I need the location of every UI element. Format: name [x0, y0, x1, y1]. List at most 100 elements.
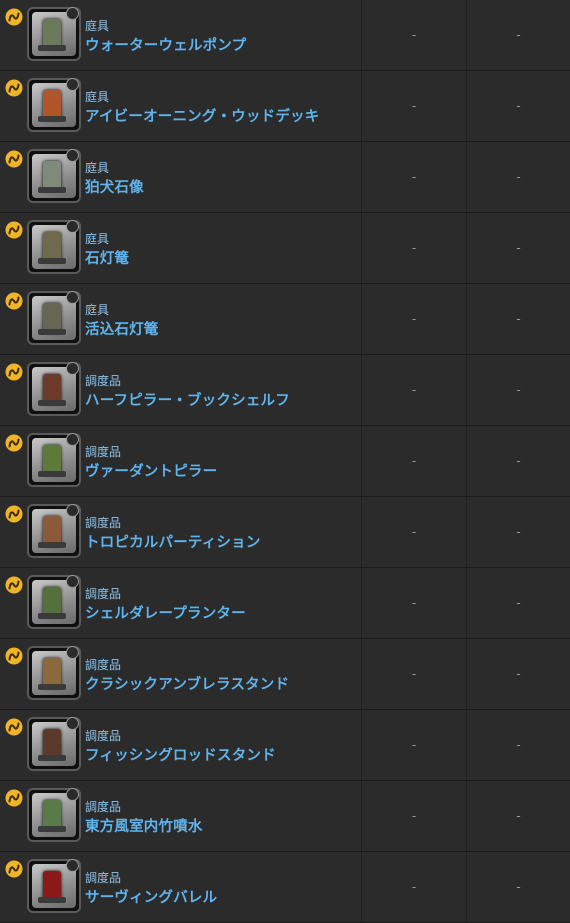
item-name-link[interactable]: フィッシングロッドスタンド [85, 744, 276, 765]
item-cell[interactable]: 調度品 フィッシングロッドスタンド [0, 710, 362, 780]
value-a: - [411, 241, 417, 255]
value-cell-b: - [467, 284, 570, 354]
gil-currency-icon [5, 8, 23, 26]
value-a: - [411, 809, 417, 823]
table-row[interactable]: 調度品 サーヴィングバレル - - [0, 852, 570, 923]
item-cell[interactable]: 庭具 ウォーターウェルポンプ [0, 0, 362, 70]
gil-currency-icon [5, 292, 23, 310]
item-cell[interactable]: 庭具 アイビーオーニング・ウッドデッキ [0, 71, 362, 141]
table-row[interactable]: 庭具 石灯篭 - - [0, 213, 570, 284]
value-cell-b: - [467, 497, 570, 567]
table-row[interactable]: 調度品 ハーフピラー・ブックシェルフ - - [0, 355, 570, 426]
item-cell[interactable]: 調度品 ハーフピラー・ブックシェルフ [0, 355, 362, 425]
item-cell[interactable]: 調度品 ヴァーダントピラー [0, 426, 362, 496]
item-name-link[interactable]: ハーフピラー・ブックシェルフ [85, 389, 290, 410]
value-cell-a: - [362, 710, 467, 780]
value-cell-b: - [467, 852, 570, 922]
item-cell[interactable]: 調度品 トロピカルパーティション [0, 497, 362, 567]
gil-currency-icon [5, 79, 23, 97]
gil-currency-icon [5, 221, 23, 239]
value-b: - [516, 809, 521, 823]
status-circle-icon [66, 149, 79, 162]
value-b: - [516, 525, 521, 539]
gil-currency-icon [5, 860, 23, 878]
value-b: - [516, 880, 521, 894]
item-category: 調度品 [85, 516, 122, 530]
value-cell-b: - [467, 639, 570, 709]
value-b: - [516, 383, 521, 397]
value-b: - [516, 28, 521, 42]
item-category: 庭具 [85, 161, 110, 175]
value-cell-b: - [467, 426, 570, 496]
gil-currency-icon [5, 150, 23, 168]
gil-currency-icon [5, 718, 23, 736]
item-name-link[interactable]: アイビーオーニング・ウッドデッキ [85, 105, 319, 126]
value-cell-a: - [362, 142, 467, 212]
value-a: - [411, 880, 417, 894]
value-a: - [411, 28, 417, 42]
value-b: - [516, 454, 521, 468]
item-name-link[interactable]: 狛犬石像 [85, 176, 144, 197]
item-name-link[interactable]: トロピカルパーティション [85, 531, 261, 552]
gil-currency-icon [5, 789, 23, 807]
item-cell[interactable]: 調度品 サーヴィングバレル [0, 852, 362, 922]
item-table: 庭具 ウォーターウェルポンプ - - 庭具 アイビーオーニング・ウッドデッキ -… [0, 0, 570, 923]
value-cell-a: - [362, 355, 467, 425]
status-circle-icon [66, 575, 79, 588]
value-b: - [516, 596, 521, 610]
item-category: 調度品 [85, 871, 122, 885]
table-row[interactable]: 調度品 クラシックアンブレラスタンド - - [0, 639, 570, 710]
table-row[interactable]: 庭具 アイビーオーニング・ウッドデッキ - - [0, 71, 570, 142]
table-row[interactable]: 調度品 東方風室内竹噴水 - - [0, 781, 570, 852]
value-b: - [516, 99, 521, 113]
table-row[interactable]: 調度品 シェルダレープランター - - [0, 568, 570, 639]
value-a: - [411, 170, 417, 184]
item-cell[interactable]: 調度品 東方風室内竹噴水 [0, 781, 362, 851]
gil-currency-icon [5, 505, 23, 523]
table-row[interactable]: 庭具 活込石灯篭 - - [0, 284, 570, 355]
item-category: 調度品 [85, 658, 122, 672]
item-category: 調度品 [85, 587, 122, 601]
table-row[interactable]: 調度品 トロピカルパーティション - - [0, 497, 570, 568]
value-cell-a: - [362, 639, 467, 709]
value-cell-a: - [362, 426, 467, 496]
status-circle-icon [66, 504, 79, 517]
item-cell[interactable]: 庭具 活込石灯篭 [0, 284, 362, 354]
status-circle-icon [66, 433, 79, 446]
table-row[interactable]: 調度品 フィッシングロッドスタンド - - [0, 710, 570, 781]
item-category: 調度品 [85, 729, 122, 743]
value-cell-a: - [362, 497, 467, 567]
item-cell[interactable]: 庭具 狛犬石像 [0, 142, 362, 212]
gil-currency-icon [5, 576, 23, 594]
table-row[interactable]: 調度品 ヴァーダントピラー - - [0, 426, 570, 497]
item-name-link[interactable]: 石灯篭 [85, 247, 129, 268]
value-cell-b: - [467, 142, 570, 212]
item-category: 庭具 [85, 90, 110, 104]
value-b: - [516, 667, 521, 681]
item-name-link[interactable]: シェルダレープランター [85, 602, 246, 623]
item-name-link[interactable]: クラシックアンブレラスタンド [85, 673, 289, 694]
item-cell[interactable]: 調度品 クラシックアンブレラスタンド [0, 639, 362, 709]
value-a: - [411, 738, 417, 752]
value-cell-b: - [467, 0, 570, 70]
item-name-link[interactable]: 活込石灯篭 [85, 318, 159, 339]
table-row[interactable]: 庭具 狛犬石像 - - [0, 142, 570, 213]
value-a: - [411, 667, 417, 681]
value-cell-a: - [362, 0, 467, 70]
item-cell[interactable]: 庭具 石灯篭 [0, 213, 362, 283]
value-cell-a: - [362, 852, 467, 922]
status-circle-icon [66, 859, 79, 872]
value-a: - [411, 383, 417, 397]
item-category: 庭具 [85, 303, 110, 317]
status-circle-icon [66, 291, 79, 304]
gil-currency-icon [5, 434, 23, 452]
value-cell-b: - [467, 71, 570, 141]
item-cell[interactable]: 調度品 シェルダレープランター [0, 568, 362, 638]
table-row[interactable]: 庭具 ウォーターウェルポンプ - - [0, 0, 570, 71]
item-name-link[interactable]: ウォーターウェルポンプ [85, 34, 246, 55]
value-cell-b: - [467, 710, 570, 780]
item-name-link[interactable]: サーヴィングバレル [85, 886, 217, 907]
item-name-link[interactable]: ヴァーダントピラー [85, 460, 217, 481]
value-cell-a: - [362, 568, 467, 638]
item-name-link[interactable]: 東方風室内竹噴水 [85, 815, 203, 836]
